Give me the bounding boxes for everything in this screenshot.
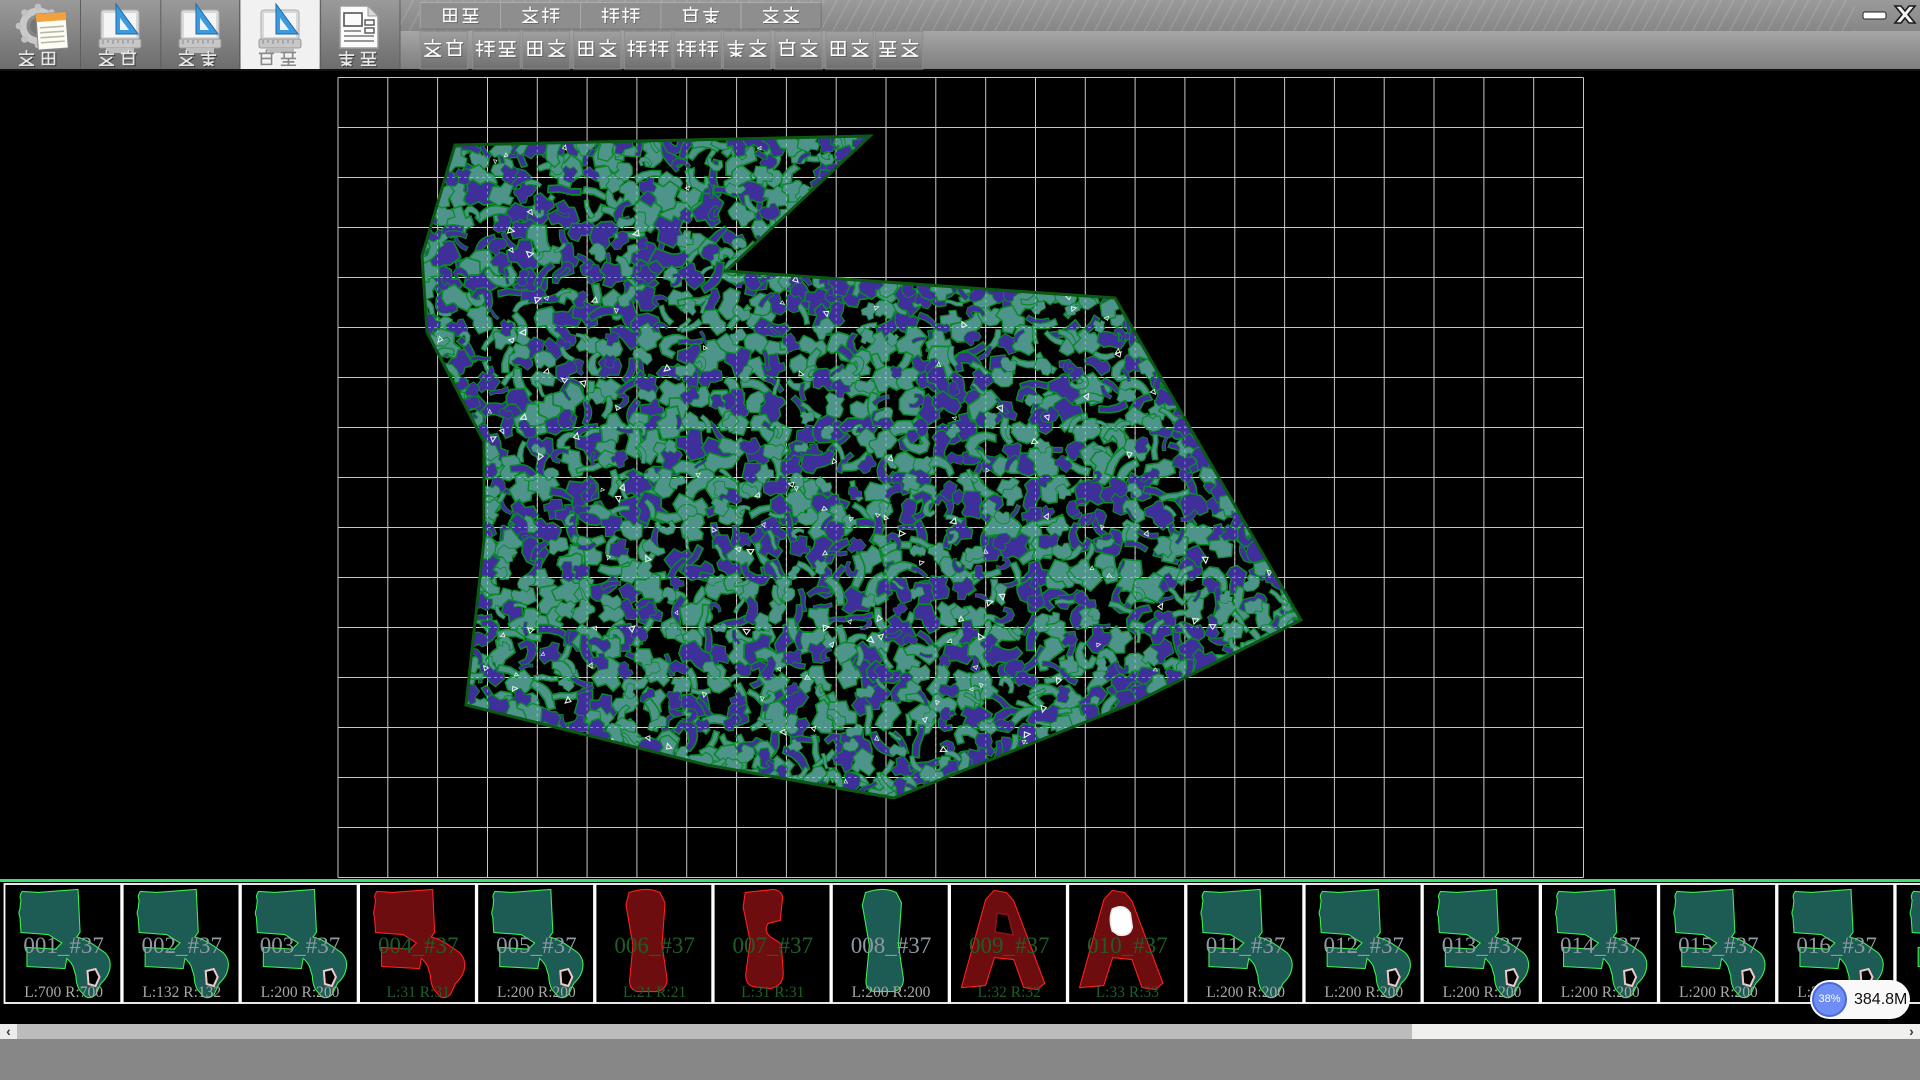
svg-text:012_#37: 012_#37 <box>1324 933 1405 958</box>
svg-text:013_#37: 013_#37 <box>1442 933 1523 958</box>
svg-text:009_#37: 009_#37 <box>969 933 1050 958</box>
svg-text:L:31 R:31: L:31 R:31 <box>741 984 804 1001</box>
svg-text:015_#37: 015_#37 <box>1678 933 1759 958</box>
svg-text:001_#37: 001_#37 <box>23 933 104 958</box>
svg-text:L:200 R:200: L:200 R:200 <box>852 984 931 1001</box>
svg-text:L:132 R:132: L:132 R:132 <box>142 984 221 1001</box>
svg-text:L:200 R:200: L:200 R:200 <box>497 984 576 1001</box>
svg-text:004_#37: 004_#37 <box>378 933 459 958</box>
svg-text:007_#37: 007_#37 <box>733 933 814 958</box>
svg-text:L:31 R:31: L:31 R:31 <box>387 984 450 1001</box>
svg-text:L:200 R:200: L:200 R:200 <box>1443 984 1522 1001</box>
svg-text:008_#37: 008_#37 <box>851 933 932 958</box>
svg-text:L:32 R:32: L:32 R:32 <box>978 984 1041 1001</box>
svg-text:010_#37: 010_#37 <box>1087 933 1168 958</box>
svg-text:011_#37: 011_#37 <box>1206 933 1286 958</box>
svg-text:002_#37: 002_#37 <box>142 933 223 958</box>
svg-text:L:700 R:700: L:700 R:700 <box>24 984 103 1001</box>
svg-text:005_#37: 005_#37 <box>496 933 577 958</box>
svg-text:L:200 R:200: L:200 R:200 <box>1561 984 1640 1001</box>
svg-text:016_#37: 016_#37 <box>1796 933 1877 958</box>
svg-text:L:33 R:33: L:33 R:33 <box>1096 984 1160 1001</box>
svg-text:006_#37: 006_#37 <box>614 933 695 958</box>
svg-text:L:200 R:200: L:200 R:200 <box>1324 984 1403 1001</box>
svg-text:L:200 R:200: L:200 R:200 <box>1679 984 1758 1001</box>
svg-text:L:21 R:21: L:21 R:21 <box>623 984 686 1001</box>
svg-text:014_#37: 014_#37 <box>1560 933 1641 958</box>
svg-text:003_#37: 003_#37 <box>260 933 341 958</box>
svg-text:L:200 R:200: L:200 R:200 <box>261 984 340 1001</box>
svg-text:L:200 R:200: L:200 R:200 <box>1206 984 1285 1001</box>
